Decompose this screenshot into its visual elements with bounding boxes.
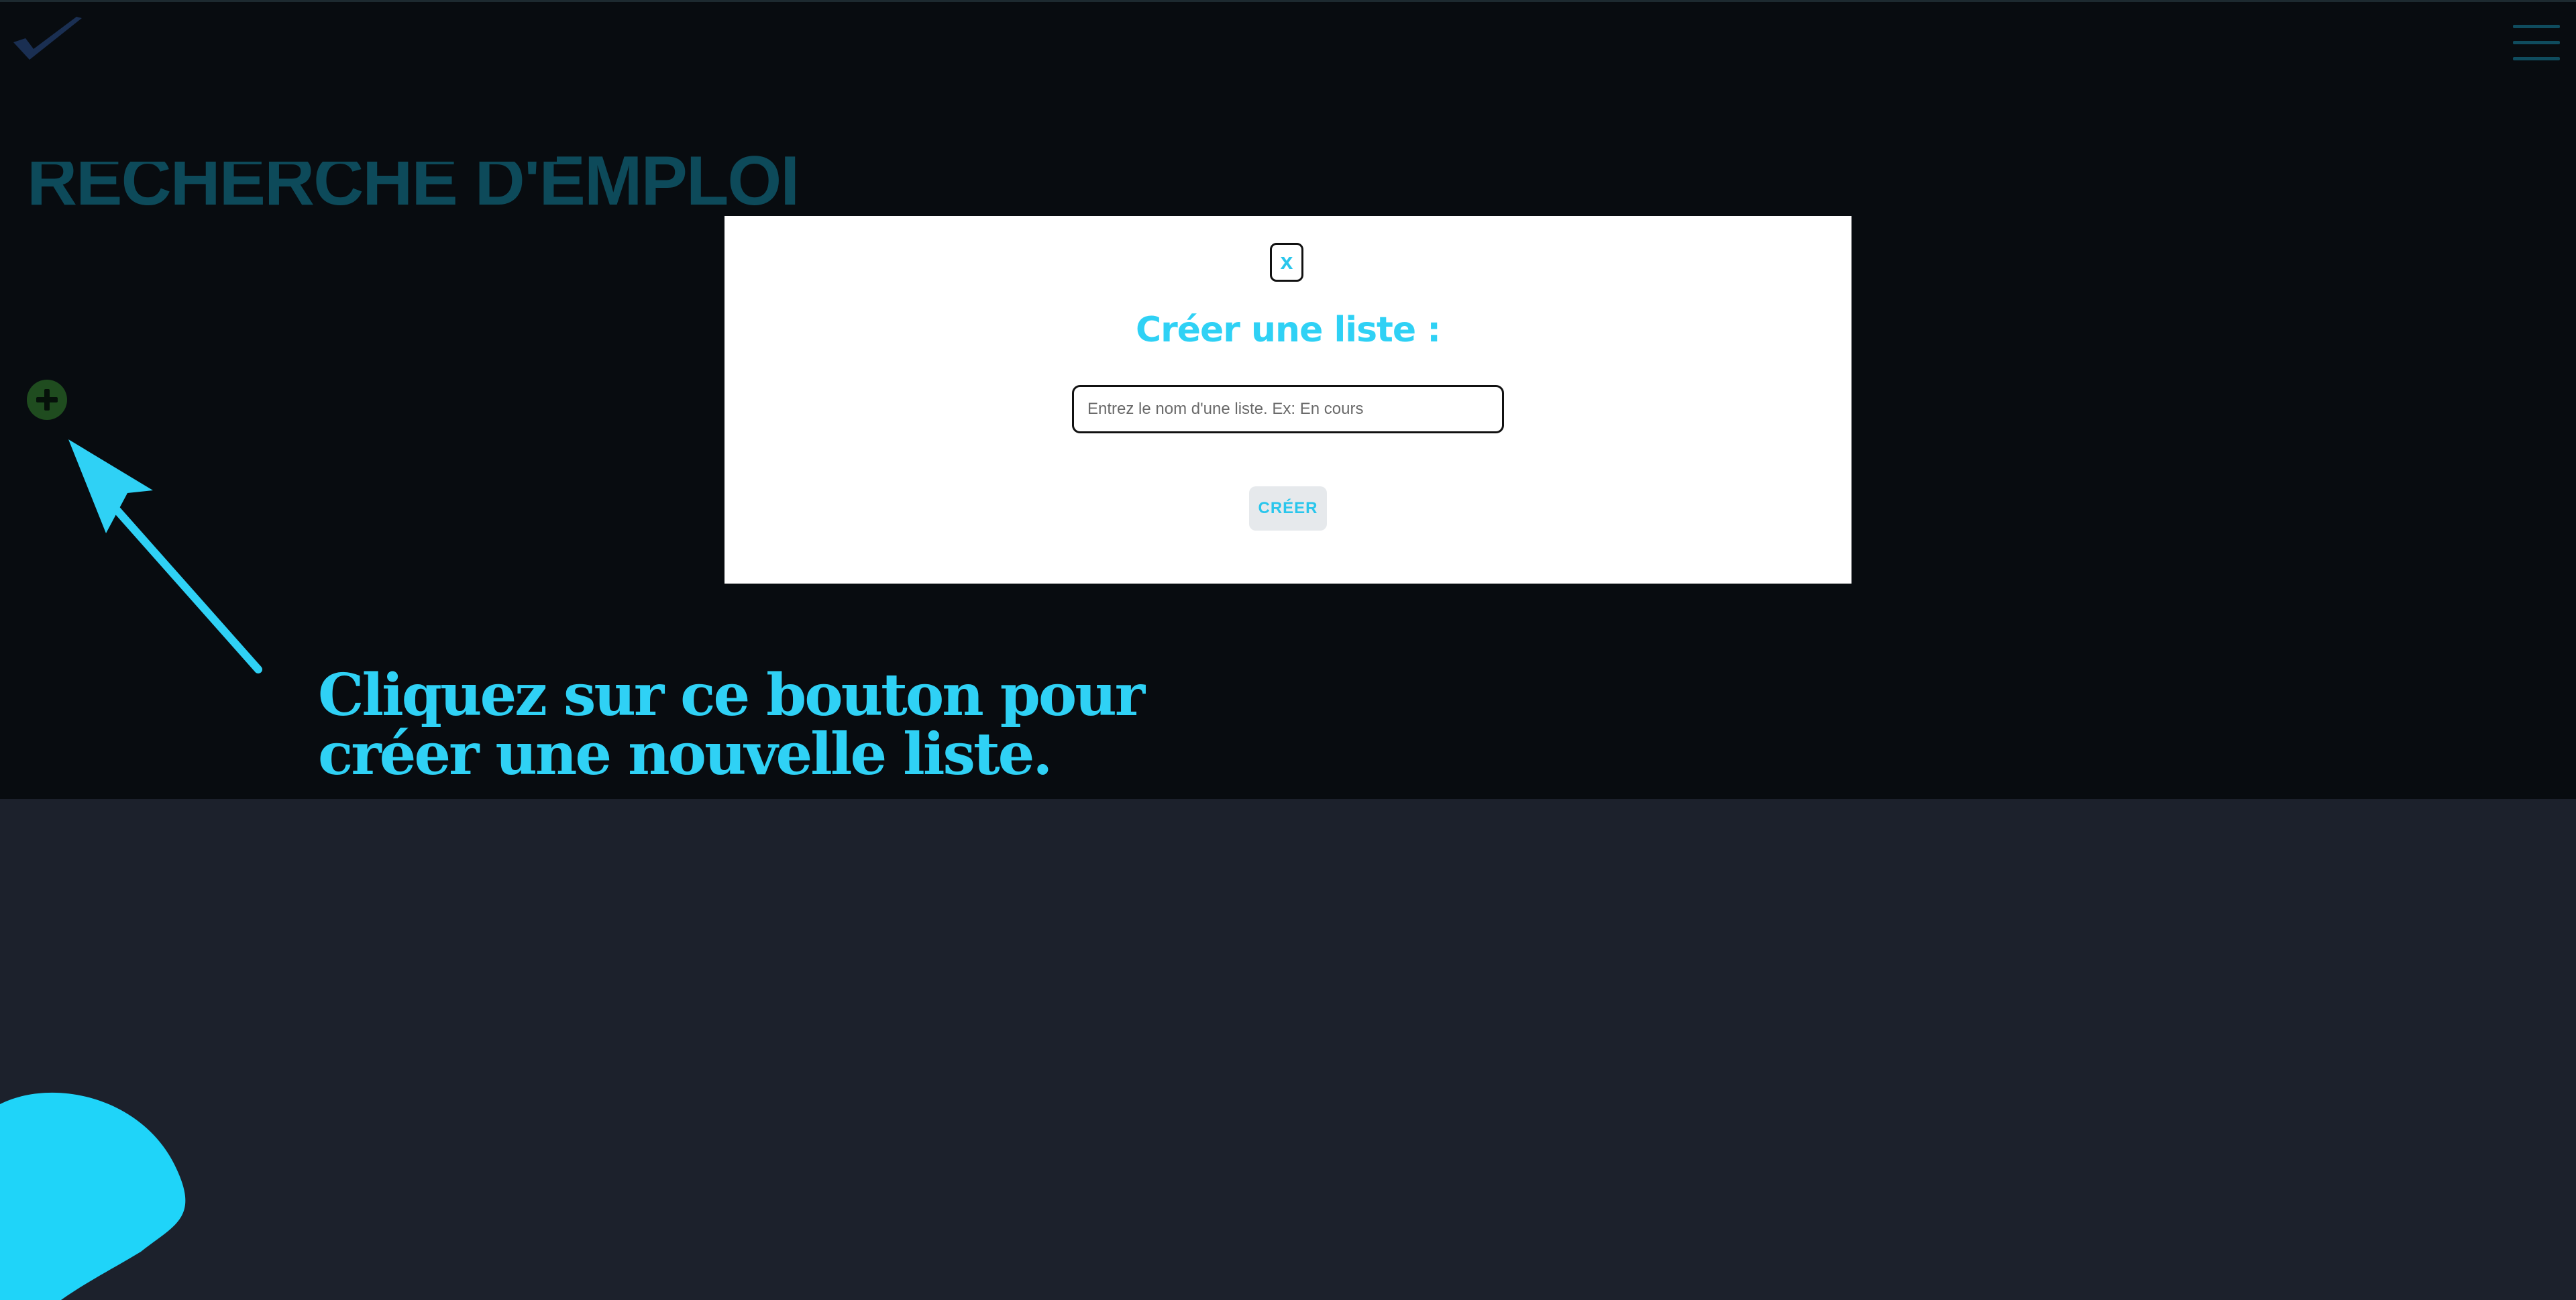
close-button[interactable]: x (1270, 243, 1303, 282)
hamburger-menu-icon[interactable] (2513, 25, 2560, 62)
modal-title: Créer une liste : (1135, 310, 1441, 350)
hamburger-line (2513, 57, 2560, 60)
checkmark-logo-icon[interactable] (11, 15, 85, 64)
decorative-blob (0, 1092, 186, 1300)
create-button[interactable]: CRÉER (1249, 486, 1327, 531)
hint-line-2: créer une nouvelle liste. (318, 720, 1053, 788)
hint-line-1: Cliquez sur ce bouton pour (318, 661, 1145, 729)
arrow-pointer-icon (68, 439, 262, 673)
list-name-input[interactable] (1072, 385, 1504, 433)
title-overlap-mask (20, 142, 557, 162)
board-area (0, 799, 2576, 1300)
hamburger-line (2513, 25, 2560, 28)
app-screen: RECHERCHE D'EMPLOI Cliquez sur ce bouton… (0, 0, 2576, 1300)
hamburger-line (2513, 41, 2560, 44)
plus-circle-icon[interactable] (27, 380, 67, 420)
create-list-modal: x Créer une liste : CRÉER (724, 216, 1851, 584)
onboarding-hint: Cliquez sur ce bouton pour créer une nou… (318, 666, 1190, 784)
